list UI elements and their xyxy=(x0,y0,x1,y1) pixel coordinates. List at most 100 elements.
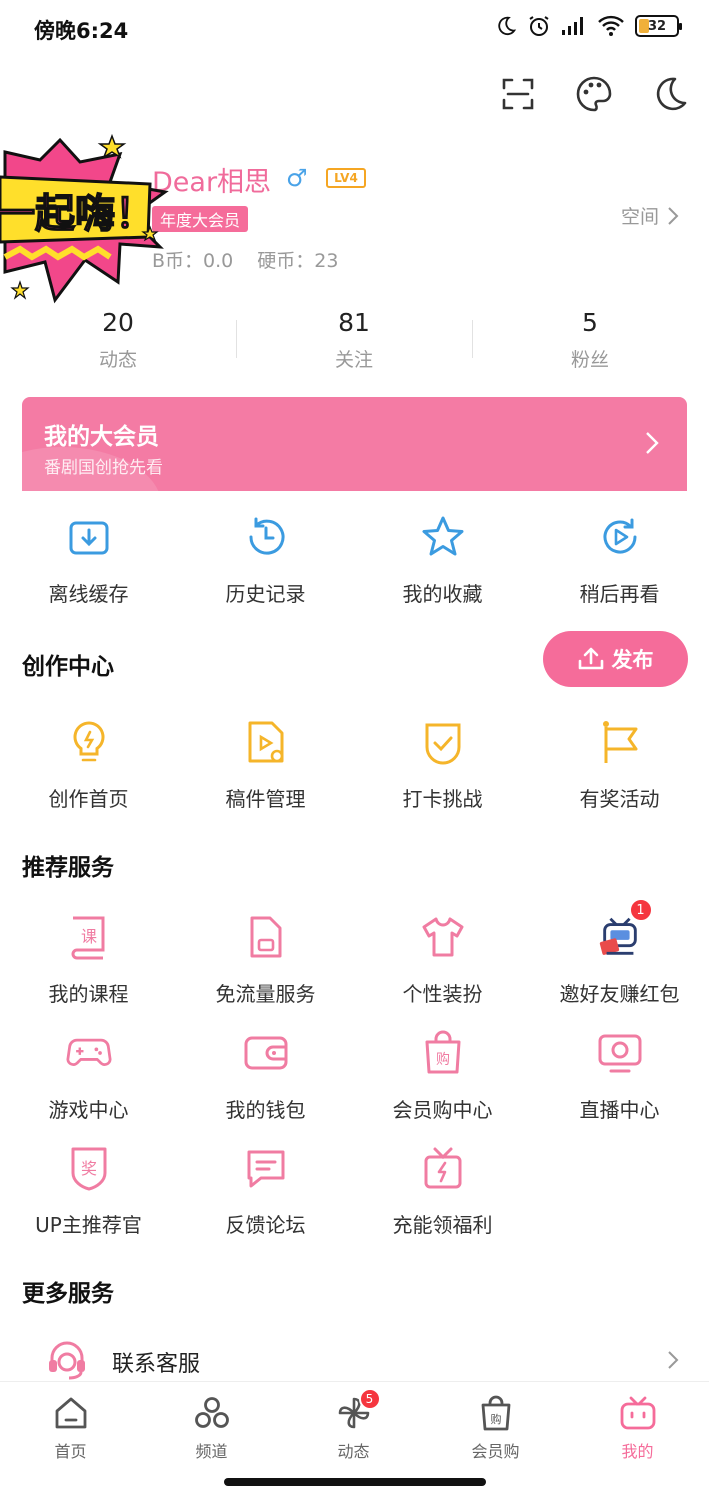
stat-following[interactable]: 81 关注 xyxy=(236,308,472,372)
tshirt-icon xyxy=(420,914,466,960)
service-label: 会员购中心 xyxy=(392,1098,493,1122)
service-label: UP主推荐官 xyxy=(35,1213,142,1237)
service-wallet[interactable]: 我的钱包 xyxy=(177,1030,354,1123)
home-indicator[interactable] xyxy=(224,1478,486,1486)
stat-fans[interactable]: 5 粉丝 xyxy=(472,308,708,372)
creation-manuscripts[interactable]: 稿件管理 xyxy=(177,719,354,812)
svg-text:课: 课 xyxy=(80,927,96,946)
creation-events[interactable]: 有奖活动 xyxy=(531,719,708,812)
creation-label: 稿件管理 xyxy=(225,787,306,811)
theme-button[interactable] xyxy=(572,72,616,116)
headset-icon xyxy=(46,1338,88,1380)
nav-channel[interactable]: 频道 xyxy=(141,1394,282,1462)
flag-icon xyxy=(597,719,643,765)
manuscript-icon xyxy=(243,719,289,765)
service-invite-friends[interactable]: 1 邀好友赚红包 xyxy=(531,898,708,1007)
stat-label: 关注 xyxy=(334,349,373,371)
vip-banner-title: 我的大会员 xyxy=(44,424,159,450)
upload-icon xyxy=(578,647,603,670)
creation-home[interactable]: 创作首页 xyxy=(0,719,177,812)
nav-home[interactable]: 首页 xyxy=(0,1394,141,1462)
sticker-text: 一起嗨！ xyxy=(0,191,155,237)
chevron-right-icon xyxy=(668,206,679,225)
service-up-recommender[interactable]: 奖 UP主推荐官 xyxy=(0,1145,177,1238)
nav-dynamic[interactable]: 5 动态 xyxy=(283,1388,424,1462)
live-tv-icon xyxy=(597,1030,643,1076)
publish-label: 发布 xyxy=(611,648,654,672)
palette-icon xyxy=(576,76,612,112)
invite-mascot-icon: 1 xyxy=(597,898,653,960)
stat-dynamics[interactable]: 20 动态 xyxy=(0,308,236,372)
service-label: 邀好友赚红包 xyxy=(559,982,680,1006)
service-vip-shop[interactable]: 购 会员购中心 xyxy=(354,1030,531,1123)
vip-banner[interactable]: 我的大会员 番剧国创抢先看 xyxy=(22,397,687,491)
mine-tv-icon xyxy=(619,1394,657,1432)
service-costume[interactable]: 个性装扮 xyxy=(354,914,531,1007)
watch-later-icon xyxy=(597,514,643,560)
moon-icon xyxy=(498,16,517,36)
service-charge-benefits[interactable]: 充能领福利 xyxy=(354,1145,531,1238)
creation-center-title: 创作中心 xyxy=(22,654,114,680)
quick-favorites[interactable]: 我的收藏 xyxy=(354,514,531,607)
recommended-title: 推荐服务 xyxy=(22,855,114,881)
hard-coins: 硬币：23 xyxy=(257,250,339,272)
service-label: 反馈论坛 xyxy=(225,1213,306,1237)
quick-action-label: 离线缓存 xyxy=(48,582,129,606)
space-label: 空间 xyxy=(620,206,659,228)
bulb-icon xyxy=(66,719,112,765)
chevron-right-icon xyxy=(646,432,659,454)
award-shield-icon: 奖 xyxy=(66,1145,112,1191)
service-live-center[interactable]: 直播中心 xyxy=(531,1030,708,1123)
history-icon xyxy=(243,514,289,560)
more-services-title: 更多服务 xyxy=(22,1281,114,1307)
gender-male-icon: ♂ xyxy=(286,164,308,192)
quick-action-label: 稍后再看 xyxy=(579,582,660,606)
signal-icon xyxy=(562,17,583,35)
quick-action-label: 我的收藏 xyxy=(402,582,483,606)
service-label: 游戏中心 xyxy=(48,1098,129,1122)
gamepad-icon xyxy=(65,1030,112,1076)
quick-history[interactable]: 历史记录 xyxy=(177,514,354,607)
nav-label: 首页 xyxy=(54,1442,87,1461)
quick-watch-later[interactable]: 稍后再看 xyxy=(531,514,708,607)
service-my-courses[interactable]: 课 我的课程 xyxy=(0,914,177,1007)
stat-value: 81 xyxy=(338,308,370,337)
course-icon: 课 xyxy=(66,914,112,960)
service-label: 免流量服务 xyxy=(215,982,316,1006)
nav-mine[interactable]: 我的 xyxy=(567,1394,708,1462)
svg-text:购: 购 xyxy=(436,1052,450,1068)
service-label: 个性装扮 xyxy=(402,982,483,1006)
creation-label: 有奖活动 xyxy=(579,787,660,811)
service-label: 直播中心 xyxy=(579,1098,660,1122)
nav-shop[interactable]: 购 会员购 xyxy=(425,1394,566,1462)
space-link[interactable]: 空间 xyxy=(621,202,679,229)
creation-checkin[interactable]: 打卡挑战 xyxy=(354,719,531,812)
service-label: 我的课程 xyxy=(48,982,129,1006)
feedback-icon xyxy=(243,1145,289,1191)
quick-offline-cache[interactable]: 离线缓存 xyxy=(0,514,177,607)
level-badge: LV4 xyxy=(326,168,366,188)
battery-indicator: 32 xyxy=(635,15,682,37)
status-time: 傍晚6:24 xyxy=(34,19,129,43)
home-icon xyxy=(52,1394,90,1432)
service-feedback[interactable]: 反馈论坛 xyxy=(177,1145,354,1238)
publish-button[interactable]: 发布 xyxy=(543,631,688,687)
chevron-right-icon xyxy=(668,1351,679,1369)
scan-icon xyxy=(502,78,534,110)
nav-label: 我的 xyxy=(621,1442,654,1461)
sticker-avatar-decoration[interactable]: 一起嗨！ xyxy=(0,132,170,307)
scan-button[interactable] xyxy=(496,72,540,116)
service-label: 我的钱包 xyxy=(225,1098,306,1122)
coins-info: B币：0.0 硬币：23 xyxy=(152,246,338,273)
battery-level: 32 xyxy=(647,18,667,34)
night-mode-button[interactable] xyxy=(648,72,692,116)
service-label: 充能领福利 xyxy=(392,1213,493,1237)
service-free-data[interactable]: 免流量服务 xyxy=(177,914,354,1007)
service-game-center[interactable]: 游戏中心 xyxy=(0,1030,177,1123)
offline-cache-icon xyxy=(66,514,112,560)
moon-icon xyxy=(656,77,687,111)
stat-label: 动态 xyxy=(98,349,137,371)
stat-value: 20 xyxy=(102,308,134,337)
vip-banner-subtitle: 番剧国创抢先看 xyxy=(44,458,163,478)
nav-label: 会员购 xyxy=(471,1442,520,1461)
